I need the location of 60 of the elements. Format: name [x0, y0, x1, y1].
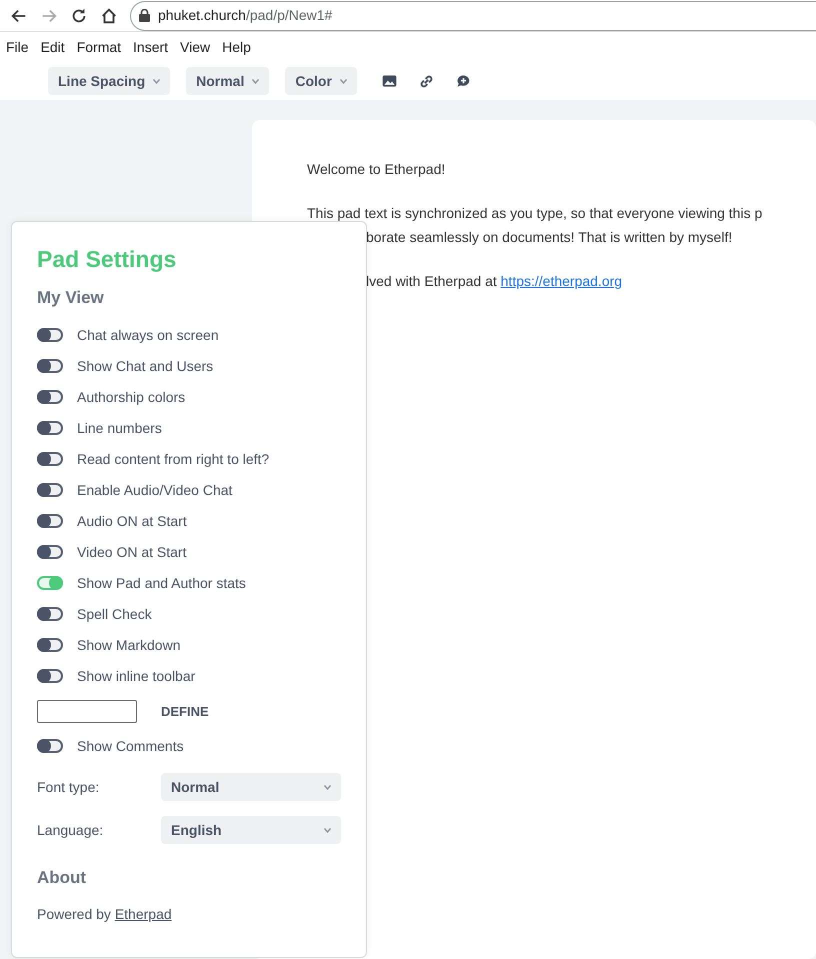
caret-icon	[324, 828, 331, 833]
toolbar-dropdown[interactable]: Line Spacing	[48, 67, 170, 95]
caret-icon	[252, 78, 260, 84]
toggle-label: Spell Check	[77, 604, 152, 624]
pad-text-line: This pad text is synchronized as you type, so that everyone viewing this p	[307, 204, 764, 223]
toggle-switch[interactable]	[37, 576, 63, 590]
toggle-switch[interactable]	[37, 359, 63, 374]
toggle-switch[interactable]	[37, 483, 63, 498]
dropdown[interactable]: Normal	[161, 773, 341, 802]
menu-item[interactable]: View	[174, 36, 216, 58]
define-button[interactable]: DEFINE	[137, 702, 209, 722]
toggle-label: Show Markdown	[77, 636, 180, 655]
link-icon	[418, 72, 435, 90]
field-label: Language:	[37, 820, 104, 840]
toggle-switch[interactable]	[37, 669, 63, 684]
menu-item[interactable]: Format	[70, 36, 128, 58]
menu-item[interactable]: File	[0, 36, 35, 58]
caret-icon	[340, 78, 347, 84]
menu-item[interactable]: Insert	[127, 36, 174, 58]
caret-icon	[324, 784, 331, 790]
panel-title: Pad Settings	[37, 246, 178, 274]
caret-icon	[153, 78, 160, 84]
toggle-switch[interactable]	[37, 545, 63, 560]
menu-item[interactable]: Help	[216, 36, 257, 58]
toggle-label: Line numbers	[77, 418, 162, 438]
section-heading: About	[37, 868, 88, 888]
toggle-label: Show inline toolbar	[77, 666, 196, 686]
toggle-label: Audio ON at Start	[77, 512, 187, 531]
toggle-label: Authorship colors	[77, 388, 186, 407]
toggle-label: Show Comments	[77, 736, 184, 756]
pad-text-line: Welcome to Etherpad!	[307, 160, 446, 179]
toggle-switch[interactable]	[37, 390, 63, 404]
toggle-label: Read content from right to left?	[77, 450, 270, 469]
text-field[interactable]	[37, 700, 137, 723]
toggle-switch[interactable]	[37, 421, 63, 436]
link[interactable]: https://etherpad.org	[500, 273, 622, 289]
powered-by-text: Powered by Etherpad	[37, 905, 173, 924]
lock-icon	[139, 9, 150, 22]
pad-text-line: borate seamlessly on documents! That is written by myself!	[365, 228, 734, 247]
toggle-label: Video ON at Start	[77, 542, 186, 562]
toggle-switch[interactable]	[37, 607, 63, 622]
menu-item[interactable]: Edit	[34, 36, 71, 58]
toggle-label: Enable Audio/Video Chat	[77, 480, 232, 500]
toggle-label: Show Pad and Author stats	[77, 574, 246, 593]
dropdown[interactable]: English	[161, 816, 341, 844]
toggle-label: Chat always on screen	[77, 326, 219, 345]
toggle-switch[interactable]	[37, 514, 63, 528]
image-icon	[380, 72, 398, 90]
field-label: Font type:	[37, 778, 100, 797]
toggle-switch[interactable]	[37, 452, 63, 466]
toolbar-dropdown[interactable]: Normal	[186, 67, 270, 95]
link[interactable]: Etherpad	[114, 906, 172, 922]
toolbar-dropdown[interactable]: Color	[285, 67, 357, 95]
toggle-label: Show Chat and Users	[77, 356, 214, 376]
add-comment-icon	[454, 72, 472, 90]
toggle-switch[interactable]	[37, 739, 63, 754]
section-heading: My View	[37, 288, 105, 308]
address-bar[interactable]: phuket.church/pad/p/New1#	[130, 0, 816, 30]
toggle-switch[interactable]	[37, 638, 63, 652]
toggle-switch[interactable]	[37, 328, 63, 342]
